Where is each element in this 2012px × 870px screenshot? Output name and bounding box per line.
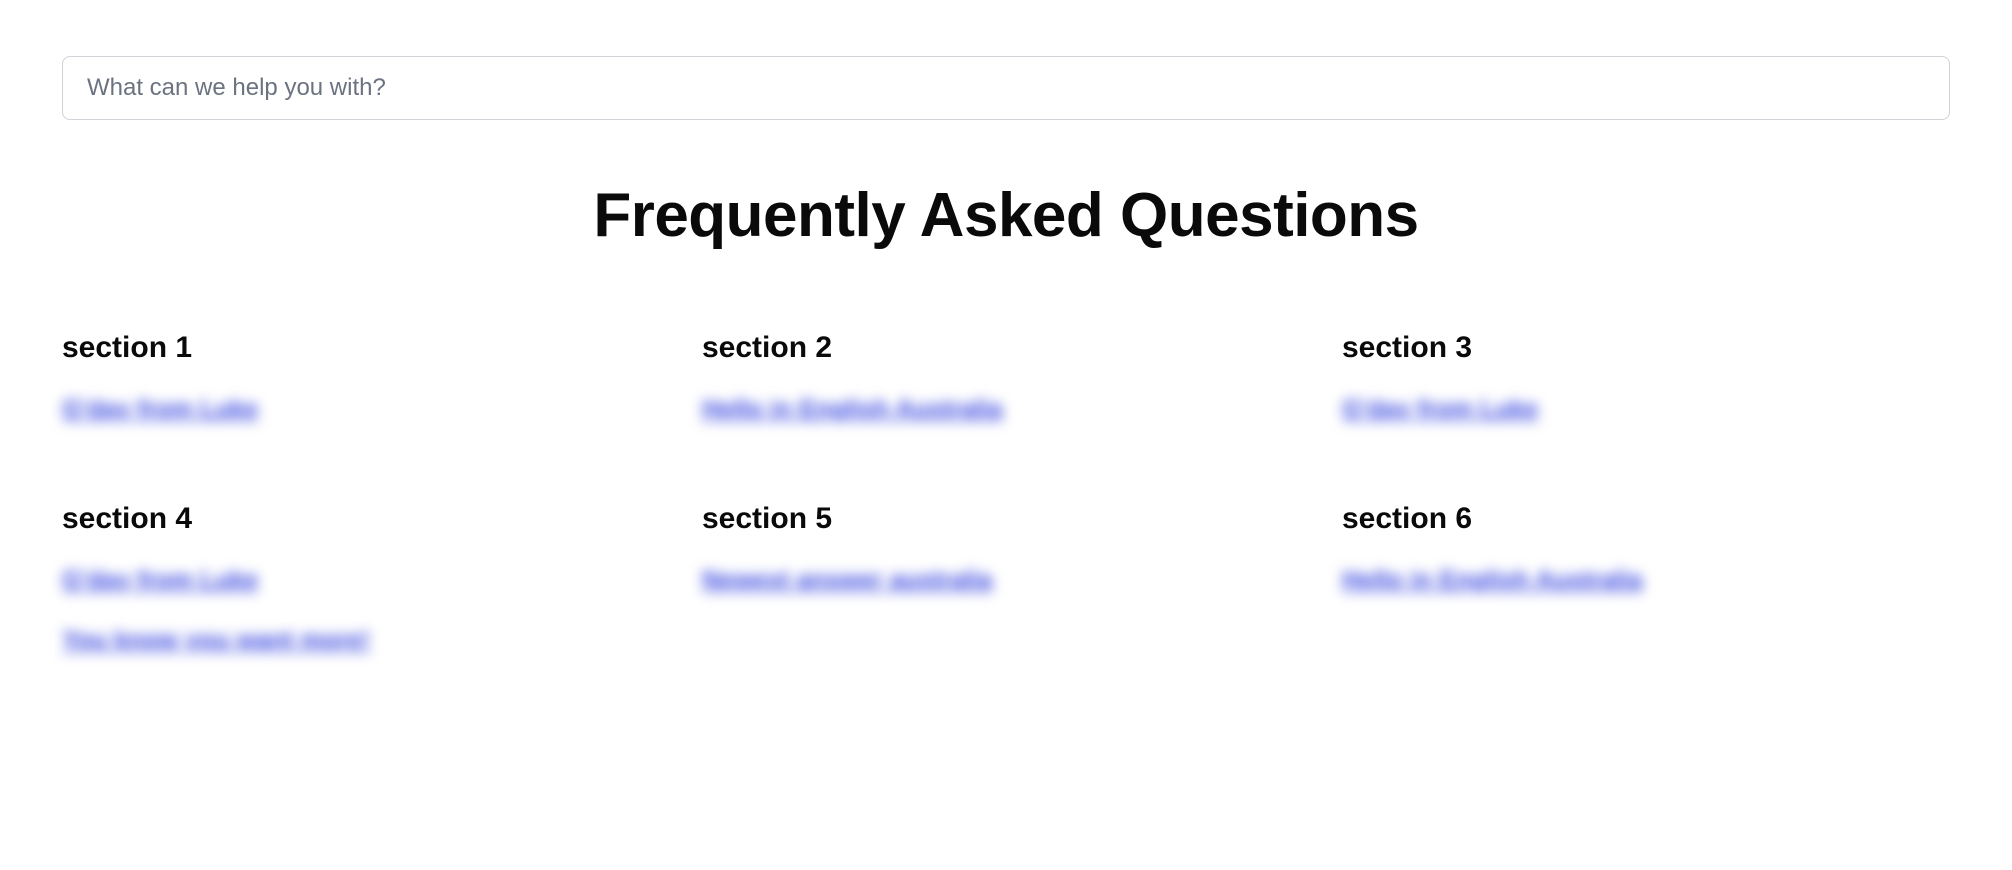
search-wrapper xyxy=(62,56,1950,120)
section-title: section 5 xyxy=(702,502,832,536)
section-title: section 3 xyxy=(1342,331,1472,365)
faq-link[interactable]: Hello in English Australia xyxy=(702,393,1003,426)
faq-link[interactable]: G'day from Luke xyxy=(62,564,258,597)
faq-link[interactable]: Newest answer australia xyxy=(702,564,992,597)
faq-section-2: section 2 Hello in English Australia xyxy=(702,331,1310,454)
section-title: section 2 xyxy=(702,331,832,365)
faq-link[interactable]: G'day from Luke xyxy=(62,393,258,426)
faq-link[interactable]: You know you want more! xyxy=(62,624,370,657)
faq-section-6: section 6 Hello in English Australia xyxy=(1342,502,1950,685)
faq-sections-grid: section 1 G'day from Luke section 2 Hell… xyxy=(62,331,1950,685)
page-title: Frequently Asked Questions xyxy=(62,180,1950,251)
search-input[interactable] xyxy=(62,56,1950,120)
faq-section-1: section 1 G'day from Luke xyxy=(62,331,670,454)
faq-section-3: section 3 G'day from Luke xyxy=(1342,331,1950,454)
faq-section-4: section 4 G'day from Luke You know you w… xyxy=(62,502,670,685)
faq-section-5: section 5 Newest answer australia xyxy=(702,502,1310,685)
section-title: section 4 xyxy=(62,502,192,536)
section-title: section 6 xyxy=(1342,502,1472,536)
faq-link[interactable]: G'day from Luke xyxy=(1342,393,1538,426)
section-title: section 1 xyxy=(62,331,192,365)
faq-link[interactable]: Hello in English Australia xyxy=(1342,564,1643,597)
